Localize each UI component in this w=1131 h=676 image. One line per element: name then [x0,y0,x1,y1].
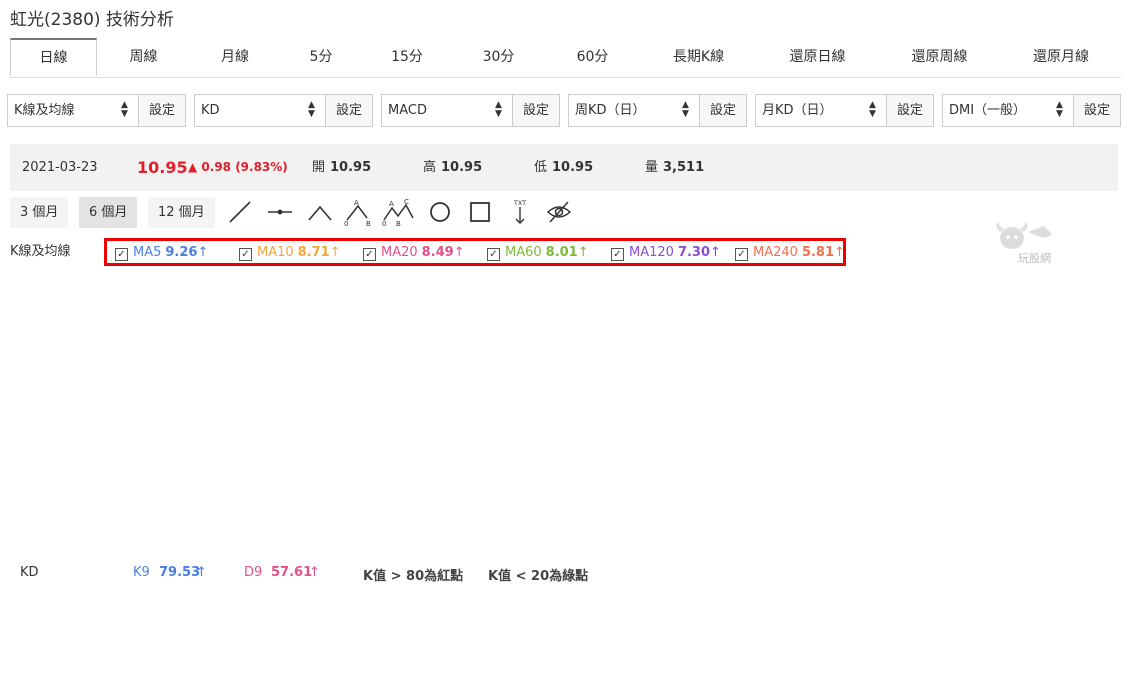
d9-value: 57.61 [271,565,313,580]
k9-label: K9 [133,565,150,580]
k9-value: 79.53 [159,565,201,580]
d9-arrow: ↑ [309,565,320,580]
d9-label: D9 [244,565,263,580]
kd-panel-label: KD [20,565,39,580]
kd-red-note: K值 > 80為紅點 [363,569,464,584]
kd-green-note: K值 < 20為綠點 [488,569,589,584]
k9-arrow: ↑ [196,565,207,580]
